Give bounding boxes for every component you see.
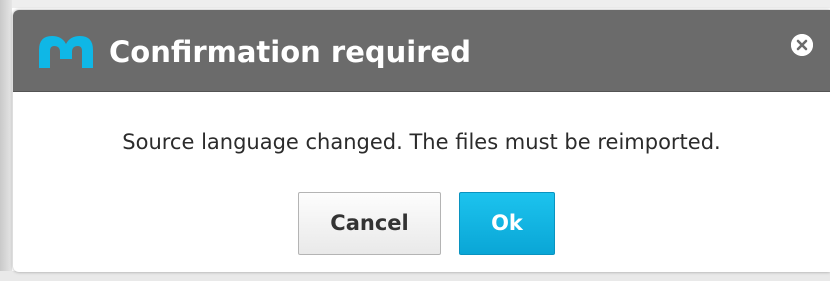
background-bottom-edge (0, 271, 830, 281)
dialog-titlebar: Confirmation required (13, 10, 830, 92)
dialog-message: Source language changed. The files must … (122, 130, 721, 154)
screen: Confirmation required Source language ch… (0, 0, 830, 281)
dialog-body: Source language changed. The files must … (13, 92, 830, 272)
dialog-title: Confirmation required (109, 35, 471, 69)
cancel-button[interactable]: Cancel (298, 192, 441, 255)
memsource-logo-icon (37, 34, 95, 70)
background-left-edge (0, 0, 12, 281)
ok-button[interactable]: Ok (459, 192, 555, 255)
confirmation-dialog: Confirmation required Source language ch… (13, 10, 830, 272)
close-icon[interactable] (791, 34, 813, 56)
background-top-edge (0, 0, 830, 8)
